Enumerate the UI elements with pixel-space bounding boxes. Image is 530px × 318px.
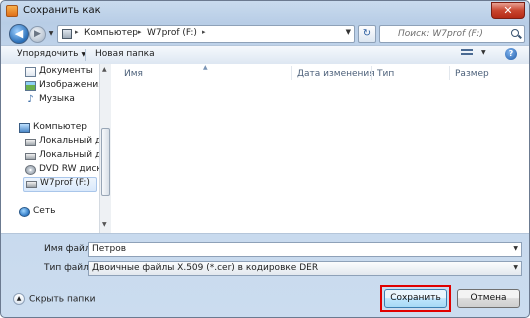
computer-icon [19,123,30,133]
nav-item-label: DVD RW дисков [39,164,99,174]
nav-item-dvd-drive[interactable]: DVD RW дисков [25,164,99,178]
column-header-name[interactable]: Имя [124,69,143,79]
views-dropdown-icon[interactable]: ▼ [481,49,486,56]
search-icon[interactable] [511,29,519,37]
nav-item-label: Локальный диск [39,150,99,160]
dialog-footer: ▲ Скрыть папки Сохранить Отмена [1,279,529,317]
refresh-button[interactable]: ↻ [358,25,376,43]
new-folder-button[interactable]: Новая папка [95,49,155,59]
help-icon[interactable]: ? [505,48,517,60]
filename-dropdown-icon[interactable]: ▼ [513,245,518,252]
network-icon [19,207,30,217]
column-header-type[interactable]: Тип [377,69,394,79]
hide-folders-label: Скрыть папки [29,294,96,305]
usb-drive-icon [26,181,37,188]
pictures-icon [25,81,36,91]
filetype-select[interactable]: Двоичные файлы X.509 (*.cer) в кодировке… [88,261,522,276]
nav-item-network[interactable]: Сеть [19,206,99,220]
filetype-dropdown-icon[interactable]: ▼ [513,264,518,271]
scroll-down-icon[interactable]: ▼ [102,221,107,228]
search-input[interactable]: Поиск: W7prof (F:) [379,25,525,43]
file-list[interactable]: ▲ Имя Дата изменения Тип Размер [113,64,529,233]
breadcrumb-computer[interactable]: Компьютер [84,28,138,38]
local-disk-icon [25,153,36,160]
toolbar-divider [85,49,86,61]
organize-label: Упорядочить [17,49,79,59]
dvd-drive-icon [25,165,36,175]
nav-item-label: Сеть [33,206,56,216]
views-icon[interactable] [461,49,473,59]
scroll-up-icon[interactable]: ▲ [102,66,107,73]
column-divider[interactable] [291,66,292,80]
nav-item-computer[interactable]: Компьютер [19,122,99,136]
breadcrumb-drive[interactable]: W7prof (F:) [147,28,197,38]
nav-item-local-disk-d[interactable]: Локальный диск [25,150,99,164]
music-icon: ♪ [27,94,34,105]
history-dropdown-icon[interactable]: ▼ [47,28,55,40]
documents-icon [25,67,36,77]
sort-ascending-icon: ▲ [203,64,208,71]
nav-item-w7prof[interactable]: W7prof (F:) [23,177,97,192]
window-title: Сохранить как [23,5,101,16]
nav-item-label: Локальный диск [39,136,99,146]
navigation-scrollbar[interactable]: ▲ ▼ [99,64,111,233]
save-button[interactable]: Сохранить [384,289,447,308]
local-disk-icon [25,139,36,146]
browser-pane: Документы Изображения ♪ Музыка Компьютер … [1,64,529,234]
scrollbar-thumb[interactable] [101,128,110,196]
back-button[interactable]: ◀ [9,24,29,44]
hide-folders-button[interactable]: ▲ Скрыть папки [13,293,96,305]
address-dropdown-icon[interactable]: ▼ [346,28,351,36]
search-placeholder: Поиск: W7prof (F:) [398,29,483,39]
computer-icon [62,29,72,39]
breadcrumb-separator-icon[interactable]: ▸ [75,28,79,36]
organize-button[interactable]: Упорядочить ▼ [17,49,86,59]
address-bar[interactable]: ▸ Компьютер ▸ W7prof (F:) ▸ ▼ [57,25,355,43]
save-as-dialog: Сохранить как ✕ ◀ ▶ ▼ ▸ Компьютер ▸ W7pr… [0,0,530,318]
column-header-size[interactable]: Размер [455,69,489,79]
breadcrumb-separator-icon[interactable]: ▸ [202,28,206,36]
navigation-pane[interactable]: Документы Изображения ♪ Музыка Компьютер … [1,64,99,233]
title-bar: Сохранить как ✕ [1,1,529,23]
save-form: Имя файла: Петров ▼ Тип файла: Двоичные … [1,234,529,279]
nav-item-local-disk-c[interactable]: Локальный диск [25,136,99,150]
nav-item-label: Изображения [39,80,99,90]
nav-item-label: Документы [39,66,93,76]
nav-item-label: Музыка [39,94,75,104]
app-icon [6,5,18,17]
chevron-up-icon: ▲ [13,293,25,305]
close-button[interactable]: ✕ [491,2,525,19]
command-bar: Упорядочить ▼ Новая папка ▼ ? [1,45,529,65]
nav-item-documents[interactable]: Документы [25,66,99,80]
nav-item-label: Компьютер [33,122,87,132]
navigation-bar: ◀ ▶ ▼ ▸ Компьютер ▸ W7prof (F:) ▸ ▼ ↻ По… [1,23,529,45]
filename-field[interactable]: Петров ▼ [88,242,522,257]
filetype-value: Двоичные файлы X.509 (*.cer) в кодировке… [92,263,319,273]
nav-item-label: W7prof (F:) [40,178,90,188]
breadcrumb-separator-icon[interactable]: ▸ [138,28,142,36]
cancel-button[interactable]: Отмена [457,289,520,308]
forward-button[interactable]: ▶ [29,26,46,43]
filename-value: Петров [92,244,127,254]
column-divider[interactable] [449,66,450,80]
column-header-date-modified[interactable]: Дата изменения [297,69,375,79]
nav-item-music[interactable]: ♪ Музыка [25,94,99,108]
column-divider[interactable] [371,66,372,80]
nav-item-pictures[interactable]: Изображения [25,80,99,94]
